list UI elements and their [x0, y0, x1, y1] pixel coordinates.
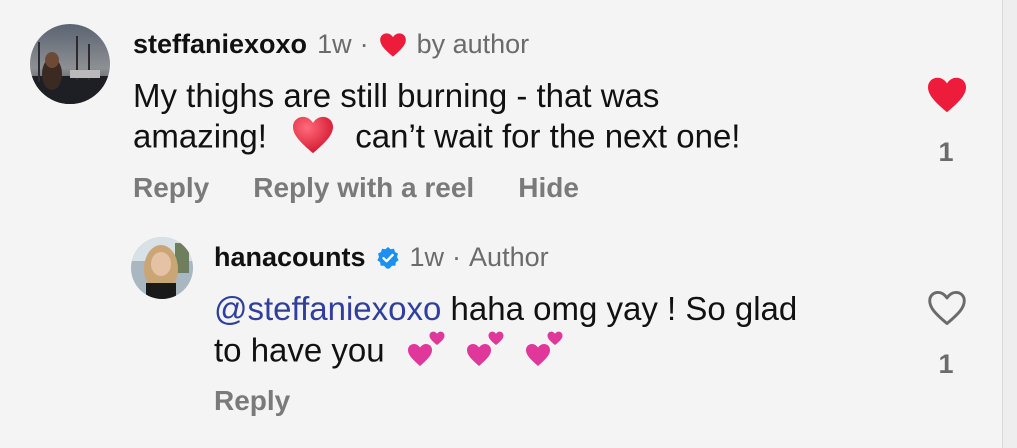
comment-header: hanacounts 1w · Author [214, 242, 549, 273]
reply-button[interactable]: Reply [214, 385, 290, 417]
comment-actions: Reply [214, 385, 290, 417]
comment-header: steffaniexoxo 1w · by author [133, 29, 529, 60]
liked-by-author: by author [416, 29, 530, 59]
hide-button[interactable]: Hide [518, 172, 579, 204]
avatar[interactable] [131, 237, 193, 299]
comment-text-segment: haha omg yay ! So glad [441, 290, 798, 327]
comment-text-line: @steffaniexoxo haha omg yay ! So glad [214, 289, 797, 328]
comment-text-line: amazing! can’t wait for the next one! [133, 115, 740, 163]
reply-button[interactable]: Reply [133, 172, 209, 204]
heart-outline-icon[interactable] [926, 289, 968, 332]
scrollbar-edge [1002, 0, 1017, 448]
comment-text-segment: amazing! [133, 117, 267, 155]
red-heart-emoji-icon [290, 115, 336, 163]
separator: · [452, 242, 462, 272]
like-count: 1 [938, 349, 954, 379]
comment-text-segment: to have you [214, 331, 385, 369]
comment-text-line: My thighs are still burning - that was [133, 77, 660, 114]
like-count: 1 [938, 137, 954, 167]
username[interactable]: hanacounts [214, 242, 366, 273]
author-badge: Author [469, 242, 549, 272]
heart-filled-icon [379, 32, 407, 58]
reply-with-reel-button[interactable]: Reply with a reel [253, 172, 474, 204]
two-hearts-emoji-icon [524, 328, 568, 378]
mention-link[interactable]: @steffaniexoxo [214, 290, 441, 327]
avatar[interactable] [30, 24, 110, 104]
comment-actions: Reply Reply with a reel Hide [133, 172, 579, 204]
two-hearts-emoji-icon [406, 328, 450, 378]
timestamp: 1w [317, 29, 352, 59]
separator: · [359, 29, 369, 59]
verified-badge-icon [376, 246, 400, 270]
timestamp: 1w [409, 242, 445, 272]
comment-text-segment: can’t wait for the next one! [355, 117, 741, 155]
comment-text: @steffaniexoxo haha omg yay ! So glad to… [214, 289, 797, 378]
comment-text-line: to have you [214, 328, 797, 378]
comment-text: My thighs are still burning - that was a… [133, 76, 740, 163]
two-hearts-emoji-icon [465, 328, 509, 378]
heart-filled-icon[interactable] [926, 76, 968, 119]
username[interactable]: steffaniexoxo [133, 29, 307, 60]
